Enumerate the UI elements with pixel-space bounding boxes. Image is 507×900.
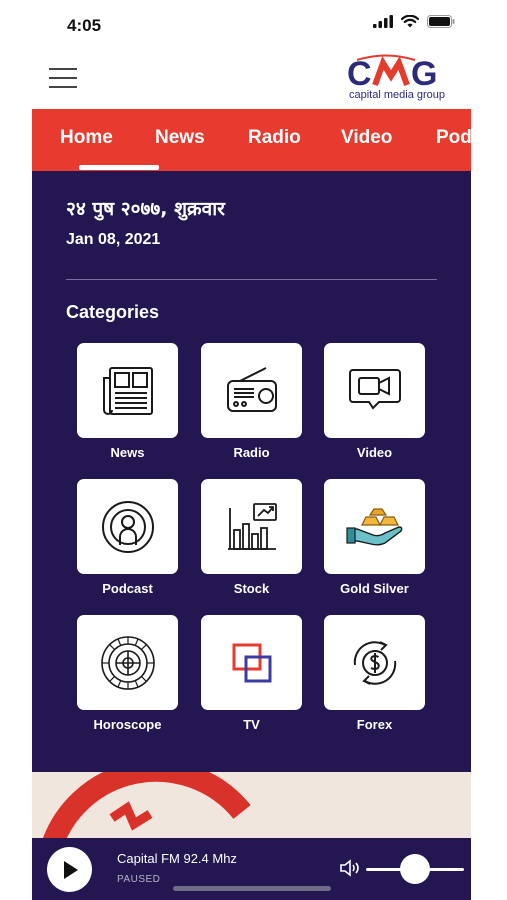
category-tile[interactable] bbox=[77, 615, 178, 710]
banner-graphic bbox=[43, 772, 251, 838]
status-bar: 4:05 bbox=[0, 0, 507, 48]
play-icon bbox=[63, 860, 78, 879]
volume-slider-thumb[interactable] bbox=[400, 854, 430, 884]
category-label: Radio bbox=[233, 445, 270, 460]
cmg-logo: C G capital media group bbox=[345, 54, 457, 106]
category-forex[interactable]: Forex bbox=[324, 615, 425, 732]
zodiac-wheel-icon bbox=[100, 635, 155, 690]
logo-tagline: capital media group bbox=[349, 89, 446, 101]
svg-text:C: C bbox=[347, 55, 372, 92]
home-indicator bbox=[173, 886, 331, 891]
active-tab-indicator bbox=[79, 165, 159, 170]
category-label: Horoscope bbox=[93, 717, 162, 732]
signal-icon bbox=[373, 15, 393, 28]
category-label: TV bbox=[243, 717, 260, 732]
category-stock[interactable]: Stock bbox=[201, 479, 302, 596]
wifi-icon bbox=[401, 15, 419, 28]
gold-bars-icon bbox=[345, 507, 402, 545]
category-tile[interactable] bbox=[201, 343, 302, 438]
category-tile[interactable] bbox=[324, 343, 425, 438]
divider bbox=[66, 279, 437, 280]
english-date: Jan 08, 2021 bbox=[66, 231, 161, 248]
tab-radio[interactable]: Radio bbox=[248, 127, 301, 149]
home-content: २४ पुष २०७७, शुक्रवार Jan 08, 2021 Categ… bbox=[32, 171, 471, 772]
category-radio[interactable]: Radio bbox=[201, 343, 302, 460]
tab-bar: Home News Radio Video Pod bbox=[32, 109, 471, 171]
category-video[interactable]: Video bbox=[324, 343, 425, 460]
menu-icon[interactable] bbox=[49, 66, 79, 90]
category-tile[interactable] bbox=[324, 479, 425, 574]
play-button[interactable] bbox=[47, 847, 92, 892]
category-tile[interactable] bbox=[324, 615, 425, 710]
category-tile[interactable] bbox=[201, 479, 302, 574]
category-label: News bbox=[110, 445, 145, 460]
category-podcast[interactable]: Podcast bbox=[77, 479, 178, 596]
category-label: Video bbox=[356, 445, 393, 460]
category-tile[interactable] bbox=[77, 479, 178, 574]
newspaper-icon bbox=[102, 366, 153, 415]
nepali-date: २४ पुष २०७७, शुक्रवार bbox=[66, 198, 225, 220]
category-label: Gold Silver bbox=[340, 581, 409, 596]
volume-icon[interactable] bbox=[339, 858, 361, 878]
logo-swoosh: C G bbox=[347, 54, 437, 92]
category-label: Forex bbox=[356, 717, 393, 732]
tab-news[interactable]: News bbox=[155, 127, 205, 149]
svg-text:G: G bbox=[411, 55, 437, 92]
category-news[interactable]: News bbox=[77, 343, 178, 460]
category-tv[interactable]: TV bbox=[201, 615, 302, 732]
player-status: PAUSED bbox=[117, 874, 161, 885]
tab-podcast[interactable]: Pod bbox=[436, 127, 471, 149]
status-time: 4:05 bbox=[67, 16, 102, 35]
category-tile[interactable] bbox=[201, 615, 302, 710]
category-label: Stock bbox=[233, 581, 270, 596]
tab-video[interactable]: Video bbox=[341, 127, 392, 149]
currency-exchange-icon bbox=[353, 640, 396, 685]
tab-home[interactable]: Home bbox=[60, 127, 113, 149]
categories-title: Categories bbox=[66, 302, 160, 322]
promo-banner[interactable] bbox=[32, 772, 471, 838]
video-camera-icon bbox=[348, 368, 401, 410]
battery-icon bbox=[427, 15, 455, 28]
tv-icon bbox=[232, 643, 271, 682]
category-label: Podcast bbox=[102, 581, 153, 596]
category-horoscope[interactable]: Horoscope bbox=[77, 615, 178, 732]
station-name: Capital FM 92.4 Mhz bbox=[117, 851, 237, 866]
radio-icon bbox=[226, 366, 277, 412]
status-icons bbox=[373, 15, 455, 28]
category-gold-silver[interactable]: Gold Silver bbox=[324, 479, 425, 596]
category-tile[interactable] bbox=[77, 343, 178, 438]
stock-chart-icon bbox=[227, 502, 277, 550]
podcast-icon bbox=[101, 500, 154, 553]
